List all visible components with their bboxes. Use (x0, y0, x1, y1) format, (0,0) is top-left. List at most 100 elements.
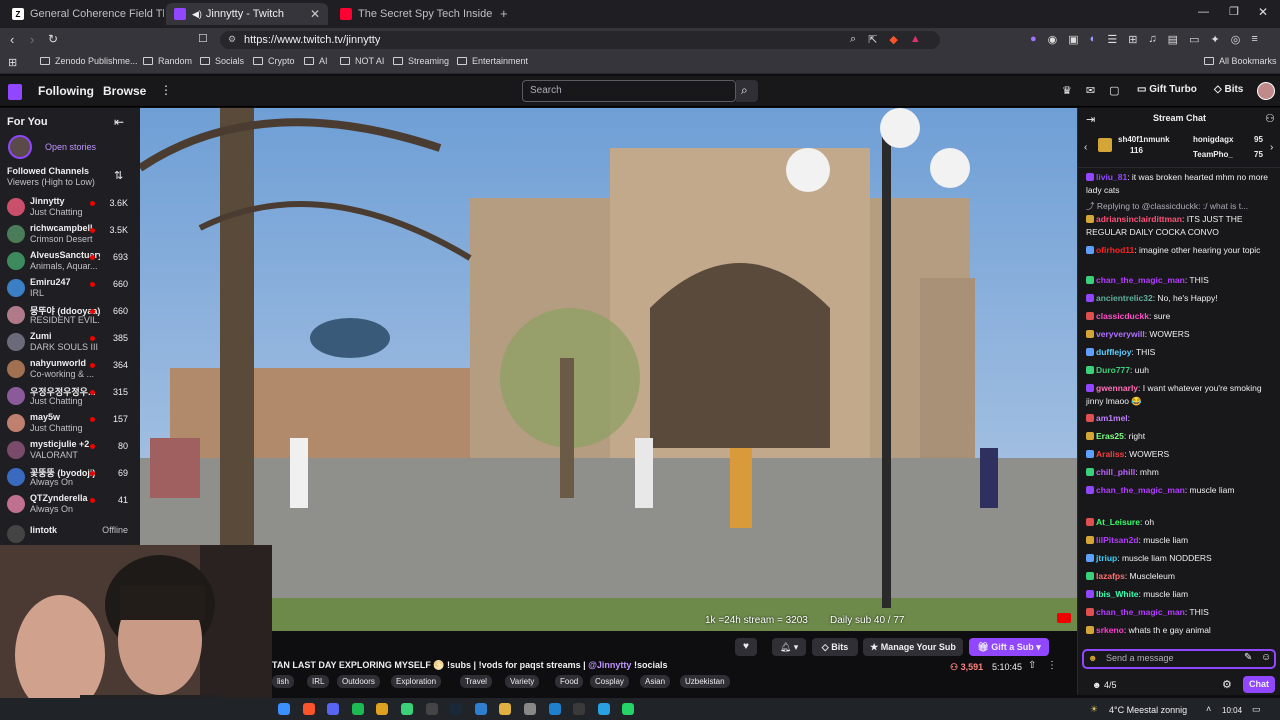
new-tab-icon[interactable]: + (500, 6, 508, 21)
sidebar-channel[interactable]: may5w Just Chatting 157 (0, 411, 140, 438)
tray-chevron-icon[interactable]: ˄ (1206, 704, 1211, 714)
reload-icon[interactable]: ↻ (48, 32, 58, 46)
extension-icon[interactable]: ◉ (1048, 33, 1058, 46)
apps-grid-icon[interactable]: ⊞ (8, 56, 17, 69)
bookmark-not-ai[interactable]: NOT AI (340, 56, 384, 66)
sidebar-channel[interactable]: mysticjulie +2 VALORANT 80 (0, 438, 140, 465)
minimize-icon[interactable]: — (1198, 6, 1209, 18)
chat-username[interactable]: am1mel (1096, 413, 1128, 423)
bookmark-random[interactable]: Random (143, 56, 192, 66)
tag-pill[interactable]: Outdoors (337, 675, 380, 688)
tab-youtube[interactable]: The Secret Spy Tech Inside Every Cre (332, 3, 492, 25)
zoom-icon[interactable]: ⌕ (850, 33, 856, 46)
sidebar-channel[interactable]: Jinnytty Just Chatting 3.6K (0, 195, 140, 222)
bookmark-ai[interactable]: AI (304, 56, 328, 66)
search-input[interactable]: Search (522, 80, 736, 102)
notifications-icon[interactable]: ▭ (1252, 704, 1261, 715)
sidebar-channel[interactable]: 뭉뚜야 (ddooyaa) RESIDENT EVIL... 660 (0, 303, 140, 330)
sidebar-channel[interactable]: nahyunworld Co-working & ... 364 (0, 357, 140, 384)
explorer-icon[interactable] (499, 703, 512, 715)
vscode-icon[interactable] (474, 703, 487, 715)
chat-username[interactable]: chan_the_magic_man (1096, 275, 1185, 285)
video-player[interactable]: 1k =24h stream = 3203 Daily sub 40 / 77 (140, 108, 1077, 631)
chat-input[interactable]: ☻ Send a message ✎ ☺ (1082, 649, 1276, 669)
chat-username[interactable]: Ibis_White (1096, 589, 1139, 599)
close-window-icon[interactable]: ✕ (1258, 5, 1268, 19)
game-icon[interactable] (401, 703, 413, 715)
share-icon[interactable]: ⇱ (868, 33, 877, 46)
collapse-chat-icon[interactable]: ⇥ (1086, 113, 1095, 126)
chat-username[interactable]: classicduckk (1096, 311, 1149, 321)
bookmark-crypto[interactable]: Crypto (253, 56, 295, 66)
chat-username[interactable]: veryverywill (1096, 329, 1145, 339)
telegram-icon[interactable] (597, 703, 610, 715)
chat-username[interactable]: At_Leisure (1096, 517, 1140, 527)
chat-username[interactable]: lilPitsan2d (1096, 535, 1139, 545)
sort-icon[interactable]: ⇅ (114, 169, 123, 182)
url-field[interactable]: https://www.twitch.tv/jinnytty (220, 31, 940, 49)
steam-icon[interactable] (450, 703, 463, 715)
sidebar-channel[interactable]: 우정우정우정우... Just Chatting 315 (0, 384, 140, 411)
start-icon[interactable] (278, 703, 290, 715)
chat-settings-icon[interactable]: ⚙ (1222, 678, 1232, 691)
tag-pill[interactable]: Travel (460, 675, 492, 688)
sidebar-channel[interactable]: richwcampbell Crimson Desert 3.5K (0, 222, 140, 249)
extension-icon[interactable]: ⊞ (1128, 33, 1137, 46)
tag-pill[interactable]: Asian (640, 675, 671, 688)
obs-icon[interactable] (573, 703, 586, 715)
chat-username[interactable]: lazafps (1096, 571, 1125, 581)
gift-turbo-button[interactable]: ▭ Gift Turbo (1137, 84, 1197, 95)
leaderboard-next-icon[interactable]: › (1270, 142, 1273, 153)
stories-avatar[interactable] (8, 135, 32, 159)
emote-picker-icon[interactable]: ☺ (1261, 652, 1271, 663)
whispers-icon[interactable]: ▢ (1109, 84, 1119, 97)
extension-icon[interactable]: ● (1030, 33, 1037, 46)
tag-pill[interactable]: Food (555, 675, 584, 688)
chat-username[interactable]: ancientrelic32 (1096, 293, 1153, 303)
nav-browse[interactable]: Browse (103, 84, 146, 98)
tab-twitch[interactable]: ◀) Jinnytty - Twitch ✕ (166, 3, 328, 25)
chat-username[interactable]: Duro777 (1096, 365, 1130, 375)
bits-emote-icon[interactable]: ✎ (1244, 652, 1252, 663)
tag-pill[interactable]: lish (272, 675, 295, 688)
music-icon[interactable]: ♫ (1148, 33, 1156, 46)
more-options-icon[interactable]: ⋮ (1047, 660, 1057, 671)
sidebar-channel[interactable]: Zumi DARK SOULS III 385 (0, 330, 140, 357)
menu-icon[interactable]: ≡ (1251, 33, 1257, 46)
chrome-icon[interactable] (376, 703, 389, 715)
bits-button[interactable]: ◇ Bits (1214, 84, 1243, 95)
chat-send-button[interactable]: Chat (1243, 676, 1275, 693)
back-icon[interactable]: ‹ (10, 32, 14, 47)
tab-gcft[interactable]: Z General Coherence Field Theory (GC (4, 3, 164, 25)
chat-username[interactable]: ofirhod11 (1096, 245, 1134, 255)
discord-icon[interactable] (327, 703, 340, 715)
rewards-icon[interactable]: ▲ (910, 33, 921, 46)
leaderboard-prev-icon[interactable]: ‹ (1084, 142, 1087, 153)
forward-icon[interactable]: › (30, 32, 34, 47)
bookmark-zenodo[interactable]: Zenodo Publishme... (40, 56, 138, 66)
all-bookmarks[interactable]: All Bookmarks (1204, 56, 1277, 66)
chat-username[interactable]: chan_the_magic_man (1096, 607, 1185, 617)
sidebar-channel[interactable]: QTZynderella Always On 41 (0, 492, 140, 519)
vpn-icon[interactable]: ◎ (1231, 33, 1241, 46)
tag-pill[interactable]: Uzbekistan (680, 675, 730, 688)
chat-username[interactable]: chan_the_magic_man (1096, 485, 1185, 495)
channel-points[interactable]: ☻ 4/5 (1092, 680, 1117, 690)
collapse-sidebar-icon[interactable]: ⇤ (114, 115, 124, 129)
more-vertical-icon[interactable]: ⋮ (160, 83, 172, 97)
spotify-icon[interactable] (351, 703, 364, 715)
share-icon[interactable]: ⇧ (1028, 660, 1036, 671)
tag-pill[interactable]: Cosplay (590, 675, 629, 688)
community-icon[interactable]: ⚇ (1265, 112, 1275, 125)
open-stories-link[interactable]: Open stories (45, 142, 96, 152)
bits-cheer-button[interactable]: ◇ Bits (812, 638, 858, 656)
nav-following[interactable]: Following (38, 84, 94, 98)
bookmark-streaming[interactable]: Streaming (393, 56, 449, 66)
prime-crown-icon[interactable]: ♛ (1062, 84, 1072, 97)
weather-text[interactable]: 4°C Meestal zonnig (1109, 705, 1187, 715)
sidebar-channel[interactable]: AlveusSanctuary Animals, Aquar... 693 (0, 249, 140, 276)
leo-icon[interactable]: ✦ (1210, 33, 1219, 46)
mail-icon[interactable] (548, 703, 561, 715)
sidebar-channel[interactable]: 꽃뚱뚱 (byodoji) Always On 69 (0, 465, 140, 492)
terminal-icon[interactable] (425, 703, 438, 715)
